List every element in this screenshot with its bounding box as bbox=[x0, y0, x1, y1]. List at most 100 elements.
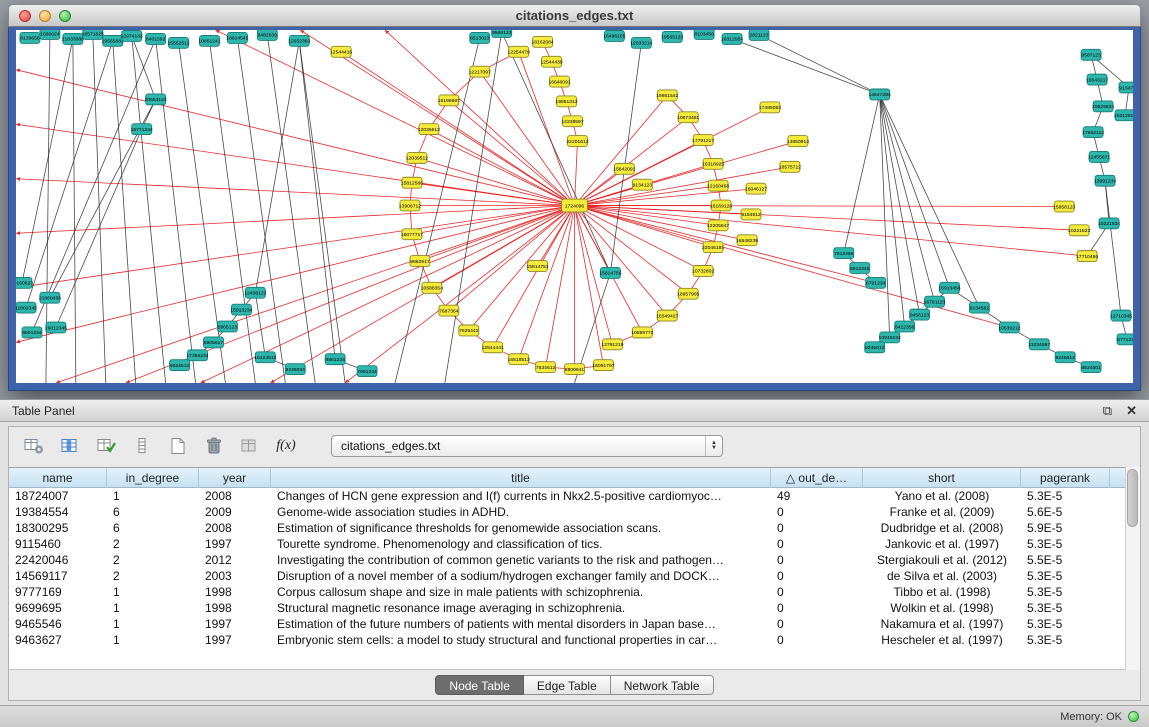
graph-edge[interactable] bbox=[880, 94, 935, 301]
table-row[interactable]: 1456911722003Disruption of a novel membe… bbox=[9, 568, 1140, 584]
vertical-scrollbar[interactable] bbox=[1125, 467, 1140, 670]
table-row[interactable]: 1938455462009Genome-wide association stu… bbox=[9, 504, 1140, 520]
table-settings-icon[interactable] bbox=[19, 433, 49, 459]
table-cell: Tourette syndrome. Phenomenology and cla… bbox=[271, 536, 771, 552]
float-panel-icon[interactable]: ⧉ bbox=[1103, 403, 1112, 419]
graph-node-label: 19565123 bbox=[661, 35, 683, 41]
function-builder-icon[interactable]: f(x) bbox=[271, 433, 301, 459]
graph-node-label: 18614545 bbox=[226, 36, 248, 42]
zoom-window-button[interactable] bbox=[59, 10, 71, 22]
window-titlebar[interactable]: citations_edges.txt bbox=[8, 4, 1141, 27]
graph-edge[interactable] bbox=[575, 206, 611, 273]
column-chooser-icon[interactable] bbox=[55, 433, 85, 459]
table-select-value: citations_edges.txt bbox=[341, 439, 440, 453]
graph-node-label: 16312612 bbox=[1114, 113, 1133, 119]
graph-edge[interactable] bbox=[575, 141, 798, 205]
graph-node-label: 12406123 bbox=[244, 291, 266, 297]
table-row[interactable]: 946554611997Estimation of the future num… bbox=[9, 616, 1140, 632]
table-row[interactable]: 969969511998Structural magnetic resonanc… bbox=[9, 600, 1140, 616]
graph-node-label: 16646091 bbox=[548, 79, 570, 85]
graph-edge[interactable] bbox=[299, 41, 345, 383]
close-window-button[interactable] bbox=[19, 10, 31, 22]
graph-node-label: 18162084 bbox=[531, 40, 553, 46]
tab-network-table[interactable]: Network Table bbox=[611, 675, 714, 695]
network-window: citations_edges.txt 17240961225447912217… bbox=[8, 4, 1141, 391]
network-graph[interactable]: 1724096122544791221709716196697120366121… bbox=[16, 30, 1133, 383]
scrollbar-thumb[interactable] bbox=[1127, 469, 1138, 527]
table-cell: 0 bbox=[771, 568, 863, 584]
table-row[interactable]: 946362711997Embryonic stem cells: a mode… bbox=[9, 632, 1140, 648]
graph-edge[interactable] bbox=[93, 34, 106, 383]
new-table-icon[interactable] bbox=[163, 433, 193, 459]
table-row[interactable]: 1830029562008Estimation of significance … bbox=[9, 520, 1140, 536]
tab-node-table[interactable]: Node Table bbox=[435, 675, 524, 695]
close-panel-icon[interactable]: ✕ bbox=[1126, 403, 1137, 419]
graph-edge[interactable] bbox=[16, 70, 575, 206]
graph-edge[interactable] bbox=[1105, 181, 1121, 316]
delete-table-icon[interactable] bbox=[199, 433, 229, 459]
column-header-4[interactable]: △ out_de… bbox=[771, 468, 863, 488]
graph-node-label: 12544441 bbox=[482, 345, 504, 351]
graph-edge[interactable] bbox=[880, 94, 890, 337]
graph-edge[interactable] bbox=[132, 36, 156, 99]
graph-edge[interactable] bbox=[255, 293, 265, 357]
graph-edge[interactable] bbox=[575, 206, 604, 366]
graph-edge[interactable] bbox=[56, 129, 142, 327]
graph-edge[interactable] bbox=[16, 179, 575, 206]
graph-edge[interactable] bbox=[844, 94, 880, 253]
table-row[interactable]: 1872400712008Changes of HCN gene express… bbox=[9, 488, 1140, 504]
column-header-3[interactable]: title bbox=[271, 468, 771, 488]
table-cell: Hescheler et al. (1997) bbox=[863, 632, 1021, 648]
table-cell: 0 bbox=[771, 536, 863, 552]
column-header-5[interactable]: short bbox=[863, 468, 1021, 488]
graph-edge[interactable] bbox=[26, 41, 113, 308]
graph-edge[interactable] bbox=[32, 39, 156, 333]
graph-node-label: 2821123 bbox=[749, 33, 768, 39]
graph-edge[interactable] bbox=[1105, 181, 1109, 224]
graph-edge[interactable] bbox=[345, 206, 574, 383]
graph-edge[interactable] bbox=[732, 39, 880, 95]
import-table-icon[interactable] bbox=[235, 433, 265, 459]
graph-edge[interactable] bbox=[575, 206, 668, 316]
table-cell: de Silva et al. (2003) bbox=[863, 568, 1021, 584]
graph-edge[interactable] bbox=[299, 41, 335, 359]
graph-edge[interactable] bbox=[575, 95, 668, 205]
graph-node-label: 20160623 bbox=[16, 281, 33, 287]
graph-edge[interactable] bbox=[132, 36, 166, 383]
graph-edge[interactable] bbox=[575, 206, 1065, 207]
tab-edge-table[interactable]: Edge Table bbox=[524, 675, 611, 695]
column-header-2[interactable]: year bbox=[199, 468, 271, 488]
table-row[interactable]: 977716911998Corpus callosum shape and si… bbox=[9, 584, 1140, 600]
table-panel: f(x) citations_edges.txt ▲▼ namein_degre… bbox=[0, 422, 1149, 705]
table-cell: 0 bbox=[771, 616, 863, 632]
column-header-0[interactable]: name bbox=[9, 468, 107, 488]
graph-node-label: 7691234 bbox=[357, 369, 377, 375]
table-cell: 22420046 bbox=[9, 552, 107, 568]
graph-edge[interactable] bbox=[429, 129, 575, 205]
table-select[interactable]: citations_edges.txt ▲▼ bbox=[331, 435, 723, 457]
table-cell: 2 bbox=[107, 568, 199, 584]
rows-icon[interactable] bbox=[127, 433, 157, 459]
graph-edge[interactable] bbox=[255, 41, 299, 293]
graph-edge[interactable] bbox=[73, 39, 76, 383]
graph-edge[interactable] bbox=[493, 206, 575, 348]
table-cell: 5.3E-5 bbox=[1021, 600, 1110, 616]
minimize-window-button[interactable] bbox=[39, 10, 51, 22]
column-header-6[interactable]: pagerank bbox=[1021, 468, 1110, 488]
graph-edge[interactable] bbox=[156, 39, 196, 383]
graph-node-label: 16496165 bbox=[603, 34, 625, 40]
graph-node-label: 12544439 bbox=[540, 60, 562, 66]
memory-status: Memory: OK bbox=[1060, 711, 1122, 723]
graph-edge[interactable] bbox=[113, 41, 136, 383]
table-row[interactable]: 2242004622012Investigating the contribut… bbox=[9, 552, 1140, 568]
graph-edge[interactable] bbox=[575, 206, 1088, 257]
apply-table-icon[interactable] bbox=[91, 433, 121, 459]
graph-edge[interactable] bbox=[759, 35, 880, 94]
table-tabs: Node TableEdge TableNetwork Table bbox=[9, 673, 1140, 697]
column-header-1[interactable]: in_degree bbox=[107, 468, 199, 488]
table-row[interactable]: 911546021997Tourette syndrome. Phenomeno… bbox=[9, 536, 1140, 552]
graph-edge[interactable] bbox=[880, 94, 980, 307]
graph-node-label: 9861234 bbox=[325, 357, 345, 363]
graph-node-label: 16791123 bbox=[924, 299, 946, 305]
graph-edge[interactable] bbox=[575, 107, 770, 205]
